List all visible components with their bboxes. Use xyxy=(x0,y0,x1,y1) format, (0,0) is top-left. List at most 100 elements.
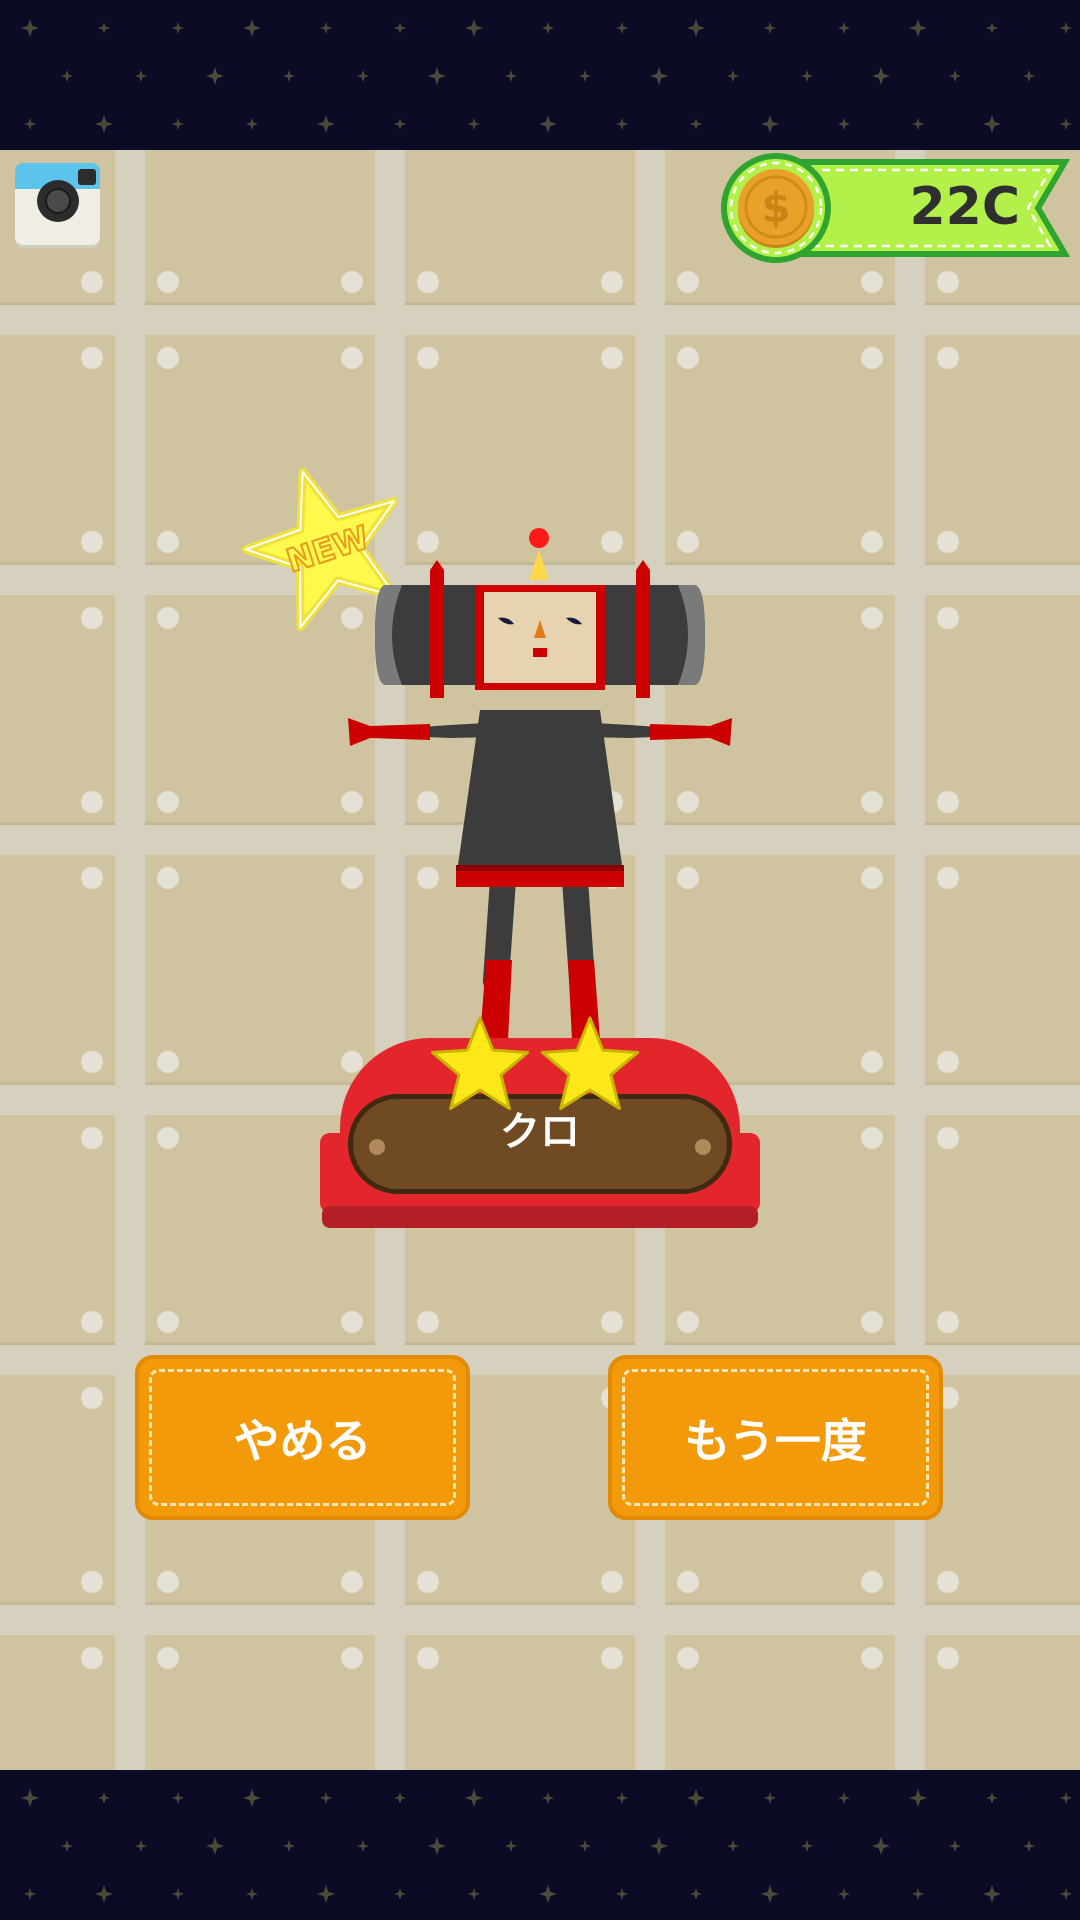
board-tile xyxy=(925,1635,1080,1770)
rivet xyxy=(81,1051,103,1073)
sparkle-icon xyxy=(468,1888,480,1900)
rivet xyxy=(81,531,103,553)
sparkle-icon xyxy=(838,22,850,34)
sparkle-icon xyxy=(61,1840,73,1852)
sparkle-icon xyxy=(872,1837,890,1855)
sparkle-icon xyxy=(542,22,554,34)
sparkle-icon xyxy=(428,1837,446,1855)
rivet xyxy=(81,1647,103,1669)
sparkle-icon xyxy=(61,70,73,82)
camera-button[interactable] xyxy=(15,163,100,245)
rivet xyxy=(81,1571,103,1593)
character-head xyxy=(375,528,705,698)
rivet xyxy=(157,1051,179,1073)
sparkle-icon xyxy=(616,1888,628,1900)
sparkle-icon xyxy=(24,118,36,130)
board-tile xyxy=(925,1115,1080,1345)
rivet xyxy=(341,1647,363,1669)
sparkle-icon xyxy=(21,19,39,37)
character-figure xyxy=(348,528,732,1040)
rivet xyxy=(417,347,439,369)
sparkle-icon xyxy=(838,118,850,130)
sparkle-icon xyxy=(505,70,517,82)
rarity-star-icon xyxy=(540,1016,640,1110)
sparkle-icon xyxy=(727,70,739,82)
sparkle-icon xyxy=(320,1792,332,1804)
rivet xyxy=(601,347,623,369)
sparkle-icon xyxy=(579,1840,591,1852)
sparkle-icon xyxy=(690,1888,702,1900)
rivet xyxy=(157,347,179,369)
board-tile xyxy=(0,855,115,1085)
rivet xyxy=(861,1127,883,1149)
rivet xyxy=(861,347,883,369)
sparkle-icon xyxy=(1023,1840,1035,1852)
sparkle-icon xyxy=(983,1885,1001,1903)
rivet xyxy=(601,1571,623,1593)
sparkle-icon xyxy=(801,1840,813,1852)
rivet xyxy=(677,271,699,293)
rivet xyxy=(937,791,959,813)
rivet xyxy=(157,867,179,889)
sparkle-icon xyxy=(246,118,258,130)
sparkle-icon xyxy=(986,1792,998,1804)
sparkle-icon xyxy=(95,115,113,133)
board-tile xyxy=(925,335,1080,565)
sparkle-icon xyxy=(838,1888,850,1900)
rivet xyxy=(677,1311,699,1333)
sparkle-icon xyxy=(909,19,927,37)
sparkle-icon xyxy=(206,67,224,85)
sparkle-icon xyxy=(465,19,483,37)
sparkle-icon xyxy=(172,118,184,130)
rivet xyxy=(341,1571,363,1593)
retry-button[interactable]: もう一度 xyxy=(608,1355,943,1520)
sparkle-icon xyxy=(912,118,924,130)
rivet xyxy=(937,1311,959,1333)
starry-sky-bottom xyxy=(0,1770,1080,1920)
sparkle-icon xyxy=(394,22,406,34)
sparkle-icon xyxy=(468,118,480,130)
retry-button-label: もう一度 xyxy=(684,1413,867,1468)
rarity-stars xyxy=(430,1016,640,1110)
board-tile xyxy=(0,595,115,825)
sparkle-icon xyxy=(394,1888,406,1900)
sparkle-icon xyxy=(98,22,110,34)
board-tile xyxy=(405,1635,635,1770)
rivet xyxy=(157,1311,179,1333)
quit-button[interactable]: やめる xyxy=(135,1355,470,1520)
sparkle-icon xyxy=(616,1792,628,1804)
sparkle-icon xyxy=(912,1888,924,1900)
sparkle-icon xyxy=(24,1888,36,1900)
sparkle-icon xyxy=(98,1792,110,1804)
rivet xyxy=(861,531,883,553)
sparkle-stars-bottom xyxy=(21,1789,1072,1903)
sparkle-icon xyxy=(505,1840,517,1852)
sparkle-icon xyxy=(172,1792,184,1804)
rivet xyxy=(157,607,179,629)
rivet xyxy=(81,1387,103,1409)
rivet xyxy=(601,1647,623,1669)
sparkle-icon xyxy=(539,1885,557,1903)
rivet xyxy=(937,1571,959,1593)
sparkle-icon xyxy=(172,1888,184,1900)
svg-text:$: $ xyxy=(761,183,790,232)
camera-icon xyxy=(45,188,71,214)
rivet xyxy=(861,1051,883,1073)
rivet xyxy=(341,347,363,369)
rivet xyxy=(157,1127,179,1149)
sparkle-icon xyxy=(761,115,779,133)
sparkle-icon xyxy=(983,115,1001,133)
sparkle-icon xyxy=(428,67,446,85)
rivet xyxy=(81,867,103,889)
rivet xyxy=(417,1571,439,1593)
rivet xyxy=(937,531,959,553)
sparkle-icon xyxy=(317,115,335,133)
sparkle-icon xyxy=(1060,118,1072,130)
board-tile xyxy=(145,1635,375,1770)
dollar-coin-icon: $ xyxy=(738,169,814,248)
sparkle-icon xyxy=(394,118,406,130)
sparkle-icon xyxy=(320,22,332,34)
rivet xyxy=(861,1311,883,1333)
rivet xyxy=(937,1127,959,1149)
sparkle-icon xyxy=(317,1885,335,1903)
